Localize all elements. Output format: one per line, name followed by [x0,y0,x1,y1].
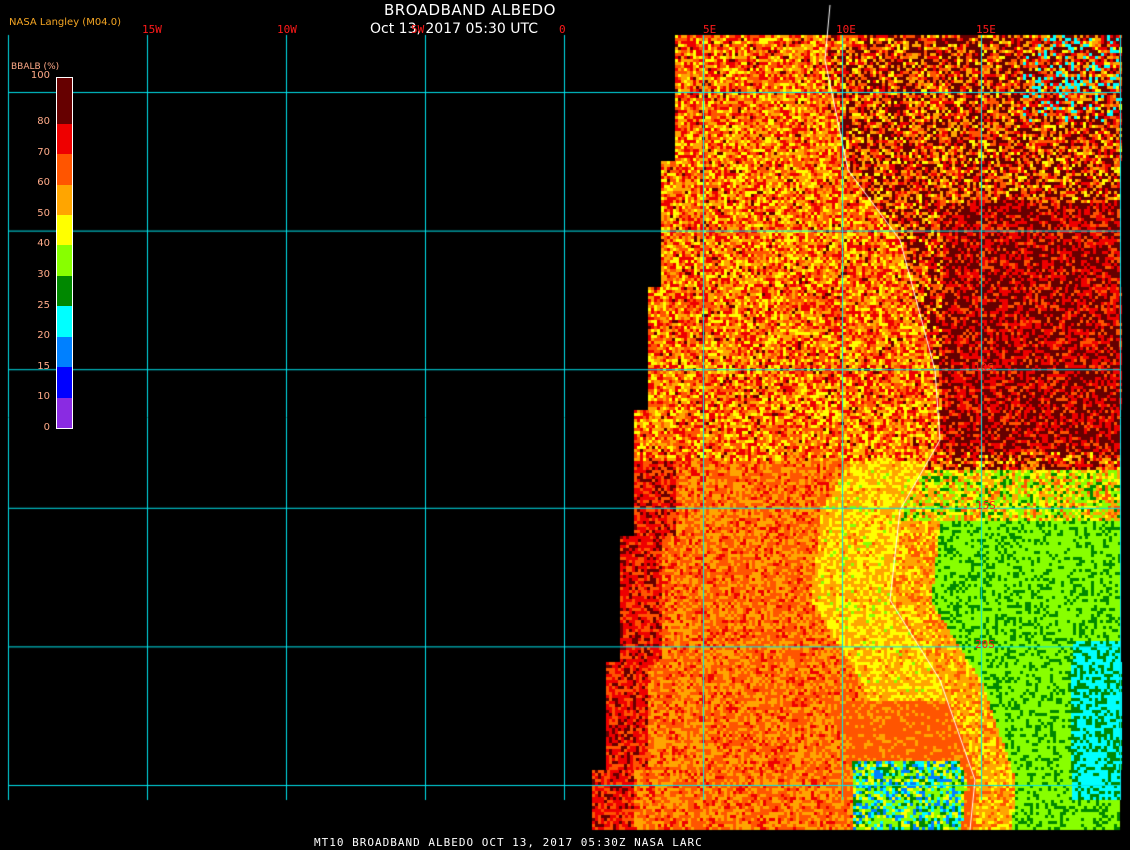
legend-tick-label: 25 [37,299,50,311]
lon-label-15e: 15E [976,23,996,36]
legend-tick-label: 20 [37,330,50,342]
map-title: BROADBAND ALBEDO [384,1,556,19]
source-label: NASA Langley (M04.0) [9,17,121,28]
legend-bin [57,123,72,155]
lon-label-15w: 15W [142,23,162,36]
legend-bin [57,77,72,124]
map-datetime: Oct 13, 2017 05:30 UTC [370,21,538,37]
legend-tick-label: 10 [37,391,50,403]
lon-label-0: 0 [559,23,566,36]
legend-tick-label: 50 [37,207,50,219]
legend-tick-label: 70 [37,146,50,158]
albedo-map-image [0,0,1130,850]
legend-bin [57,214,72,246]
lat-label-15s: 15S [976,499,996,512]
legend-tick-label: 0 [43,422,50,433]
legend-tick-label: 60 [37,177,50,189]
lat-label-20s: 20S [975,638,995,651]
legend-tick-label: 100 [30,70,50,81]
lon-label-5e: 5E [703,23,717,36]
legend-tick-label: 15 [37,360,50,372]
footer-caption: MT10 BROADBAND ALBEDO OCT 13, 2017 05:30… [314,836,703,849]
legend-bin [57,184,72,215]
lon-label-10w: 10W [277,23,297,36]
lon-label-5w: 5W [411,23,425,36]
lon-label-10e: 10E [836,23,856,36]
legend-tick-label: 40 [37,238,50,250]
legend-bin [57,336,72,368]
legend-bin [57,397,72,428]
legend-tick-label: 30 [37,268,50,280]
legend-tick-label: 80 [37,115,50,127]
legend-bin [57,367,72,398]
color-scale-bar [56,77,73,429]
lat-label-10s: 10S [974,361,994,374]
legend-bin [57,275,72,307]
legend-bin [57,154,72,185]
legend-bin [57,306,72,337]
legend-bin [57,245,72,276]
